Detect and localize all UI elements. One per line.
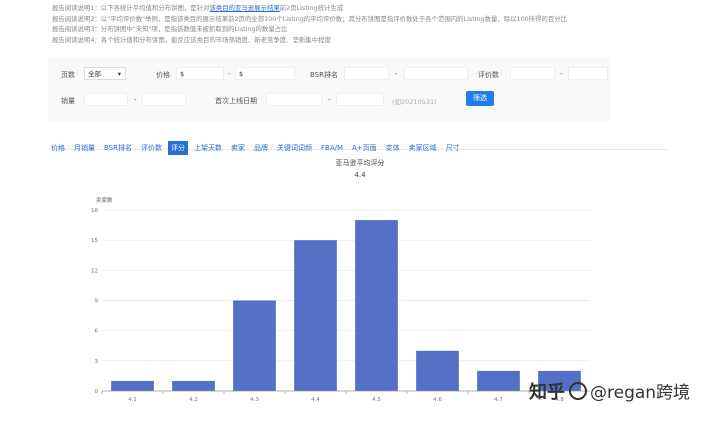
zhihu-logo-icon — [569, 382, 587, 400]
bars — [111, 220, 581, 391]
zhihu-watermark: 知乎 @regan跨境 — [529, 378, 690, 404]
y-axis-label: 卖家数 — [96, 196, 113, 204]
bar-4.4[interactable] — [294, 240, 337, 391]
x-tick-label: 4.5 — [372, 397, 381, 403]
y-tick-label: 12 — [91, 268, 98, 274]
x-tick-label: 4.6 — [433, 397, 442, 403]
bar-4.2[interactable] — [172, 380, 215, 391]
y-tick-label: 3 — [95, 359, 99, 365]
x-tick-label: 4.4 — [311, 397, 320, 403]
x-ticks: 4.1 4.2 4.3 4.4 4.5 4.6 4.7 4.8 — [101, 391, 564, 403]
bar-4.7[interactable] — [477, 370, 520, 391]
watermark-at: @ — [590, 383, 607, 403]
y-tick-label: 18 — [91, 208, 98, 214]
watermark-brand: regan跨境 — [607, 383, 691, 403]
y-tick-label: 6 — [95, 329, 99, 335]
bar-4.6[interactable] — [416, 350, 459, 391]
y-ticks: 0 3 6 9 12 15 18 — [91, 208, 99, 395]
bar-4.3[interactable] — [233, 300, 276, 392]
x-tick-label: 4.3 — [250, 397, 259, 403]
x-tick-label: 4.1 — [128, 397, 137, 403]
x-tick-label: 4.2 — [189, 397, 198, 403]
watermark-text: 知乎 — [529, 382, 565, 403]
rating-bar-chart: 卖家数 0369121518 4.1 4.2 4.3 4.4 4.5 4.6 4.7 4.8 — [91, 196, 590, 403]
y-tick-label: 9 — [95, 299, 99, 305]
bar-4.1[interactable] — [111, 380, 154, 391]
y-tick-label: 15 — [91, 238, 98, 244]
bar-4.5[interactable] — [355, 220, 398, 391]
grid-lines — [102, 209, 590, 362]
y-tick-label: 0 — [95, 389, 99, 395]
x-tick-label: 4.7 — [494, 397, 503, 403]
